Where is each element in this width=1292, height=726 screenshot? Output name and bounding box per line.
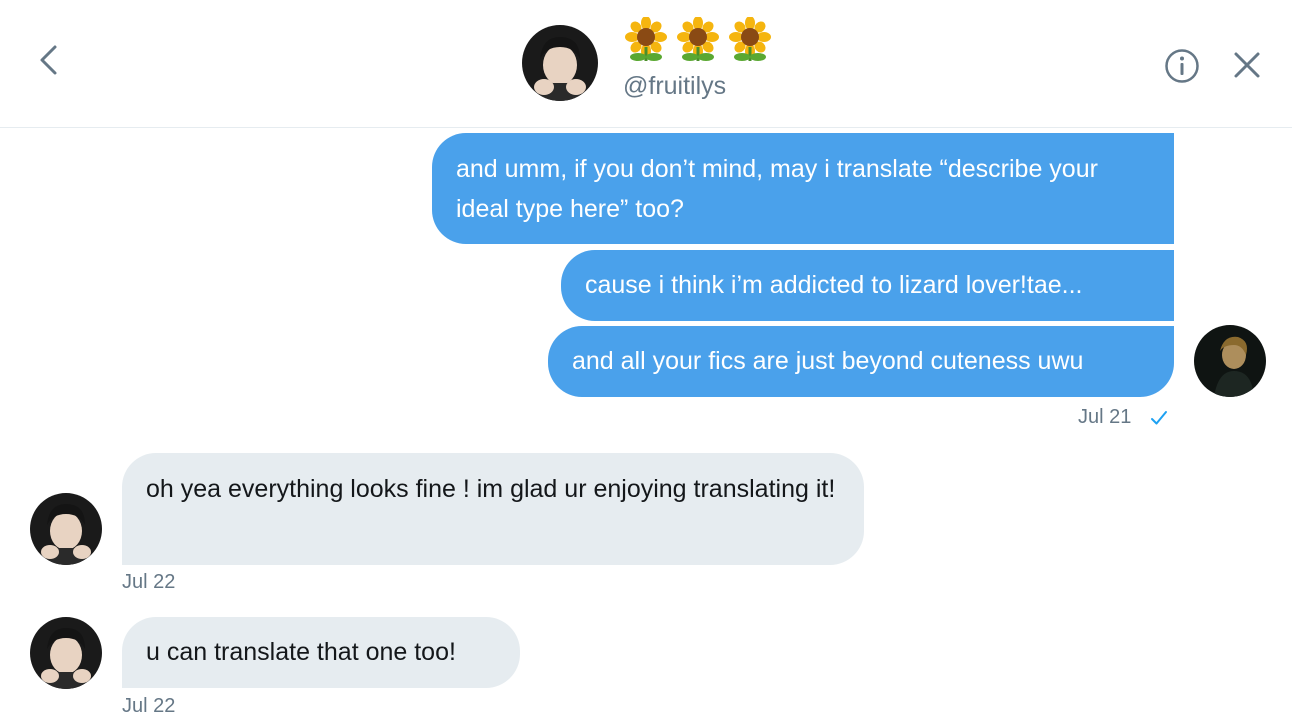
message-text: u can translate that one too!	[146, 638, 456, 666]
message-timestamp: Jul 22	[122, 695, 176, 717]
message-text: and all your fics are just beyond cutene…	[572, 347, 1084, 375]
message-text: and umm, if you don’t mind, may i transl…	[456, 155, 1098, 223]
close-icon	[1234, 52, 1260, 78]
received-message[interactable]: u can translate that one too!	[122, 617, 520, 688]
chevron-left-icon	[40, 45, 57, 75]
received-message[interactable]: oh yea everything looks fine ! im glad u…	[122, 453, 864, 565]
sent-message[interactable]: cause i think i’m addicted to lizard lov…	[561, 250, 1174, 321]
contact-handle[interactable]: @fruitilys	[623, 72, 726, 101]
close-button[interactable]	[1230, 48, 1264, 82]
contact-display-name	[624, 16, 772, 64]
sent-message[interactable]: and umm, if you don’t mind, may i transl…	[432, 133, 1174, 244]
conversation-info-button[interactable]	[1164, 48, 1200, 84]
message-text: cause i think i’m addicted to lizard lov…	[585, 271, 1083, 299]
sent-message[interactable]: and all your fics are just beyond cutene…	[548, 326, 1174, 397]
contact-avatar[interactable]	[30, 493, 102, 565]
info-icon	[1165, 49, 1199, 83]
dm-conversation-window: @fruitilys and umm, if you don’t mind, m…	[0, 0, 1292, 726]
message-timestamp: Jul 22	[122, 571, 176, 593]
contact-avatar[interactable]	[30, 617, 102, 689]
read-check-icon	[1151, 411, 1167, 425]
conversation-header: @fruitilys	[0, 0, 1292, 128]
message-timestamp: Jul 21	[1078, 406, 1132, 428]
contact-avatar[interactable]	[522, 25, 598, 101]
message-text: oh yea everything looks fine ! im glad u…	[146, 475, 836, 503]
sunflower-icon	[729, 17, 771, 61]
my-avatar[interactable]	[1194, 325, 1266, 397]
sunflower-icon	[625, 17, 667, 61]
back-button[interactable]	[28, 40, 68, 80]
sunflower-icon	[677, 17, 719, 61]
